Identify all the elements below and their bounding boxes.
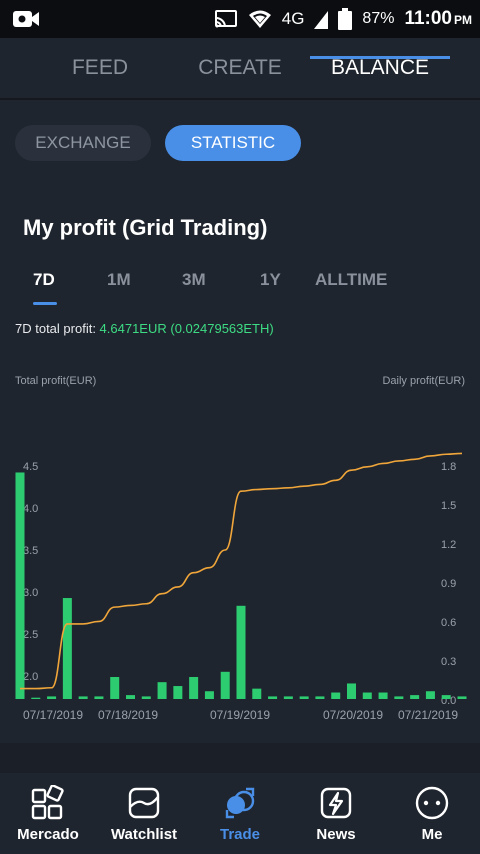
video-camera-icon [13,11,39,27]
tab-feed[interactable]: FEED [40,38,160,98]
right-tick-label: 1.2 [441,539,456,551]
range-tab-1m[interactable]: 1M [107,270,131,290]
x-tick-label: 07/20/2019 [323,708,383,722]
daily-profit-bar [157,682,167,699]
top-tabs: FEED CREATE BALANCE [0,38,480,98]
x-tick-label: 07/19/2019 [210,708,270,722]
daily-profit-bar [378,692,388,699]
range-tab-alltime[interactable]: ALLTIME [315,270,387,290]
daily-profit-bar [78,696,88,699]
nav-label-trade: Trade [219,826,261,843]
daily-profit-bar [236,605,246,699]
clock: 11:00 PM [404,8,472,30]
section-title: My profit (Grid Trading) [23,215,268,240]
nav-trade[interactable]: Trade [192,773,288,854]
range-tab-1y[interactable]: 1Y [260,270,281,290]
total-profit-value: 4.6471EUR (0.02479563ETH) [99,321,274,336]
daily-profit-bar [410,695,420,699]
battery-percent: 87% [362,10,395,27]
daily-profit-bar [220,671,230,699]
range-tab-indicator [33,302,57,305]
status-bar: 4G 87% 11:00 PM [0,0,480,38]
daily-profit-bar [15,472,25,699]
daily-profit-bar [173,686,183,699]
left-tick-label: 4.0 [23,503,38,515]
x-tick-label: 07/21/2019 [398,708,458,722]
active-tab-indicator [310,56,450,59]
total-profit-label: 7D total profit: [15,321,100,336]
nav-mercado[interactable]: Mercado [0,773,96,854]
smiley-icon [415,786,449,820]
daily-profit-bar [189,676,199,699]
daily-profit-bar [362,692,372,699]
clock-time: 11:00 [404,8,452,29]
left-tick-label: 3.5 [23,545,38,557]
daily-profit-bar [204,691,214,699]
daily-profit-bar [315,696,325,699]
daily-profit-bar [299,696,309,699]
nav-watchlist[interactable]: Watchlist [96,773,192,854]
daily-profit-bar [331,692,341,699]
profit-chart: 4.54.03.53.02.52.01.81.51.20.90.60.30.00… [15,452,467,722]
daily-profit-bar [110,676,120,699]
daily-profit-bar [394,696,404,699]
left-tick-label: 2.0 [23,671,38,683]
exchange-button[interactable]: EXCHANGE [15,125,151,161]
status-right: 4G 87% 11:00 PM [214,0,472,38]
left-tick-label: 4.5 [23,461,38,473]
lightning-icon [320,787,352,819]
daily-profit-bar [94,696,104,699]
x-tick-label: 07/18/2019 [98,708,158,722]
nav-me[interactable]: Me [384,773,480,854]
daily-profit-bar [268,696,278,699]
daily-profit-bar [62,598,72,699]
total-profit: 7D total profit: 4.6471EUR (0.02479563ET… [15,321,274,336]
daily-profit-bar [457,696,467,699]
left-tick-label: 3.0 [23,587,38,599]
nav-news[interactable]: News [288,773,384,854]
right-tick-label: 0.3 [441,656,456,668]
daily-profit-bar [252,688,262,699]
tab-balance[interactable]: BALANCE [310,38,450,98]
x-tick-label: 07/17/2019 [23,708,83,722]
right-tick-label: 0.6 [441,617,456,629]
daily-profit-bar [47,696,57,699]
right-tick-label: 0.9 [441,578,456,590]
right-tick-label: 1.5 [441,500,456,512]
daily-profit-bar [425,691,435,699]
tab-create[interactable]: CREATE [180,38,300,98]
daily-profit-bar [441,695,451,699]
chart-card-icon [128,787,160,819]
range-tab-7d[interactable]: 7D [33,270,55,290]
daily-profit-bar [141,696,151,699]
battery-icon [338,8,353,30]
grid-icon [31,785,64,820]
trade-icon [225,787,255,819]
chart-separator [0,743,480,773]
nav-label-mercado: Mercado [17,826,79,843]
right-axis-title: Daily profit(EUR) [382,375,465,387]
clock-ampm: PM [454,13,472,27]
daily-profit-bar [283,696,293,699]
nav-label-news: News [316,826,356,843]
signal-icon [314,11,329,29]
divider [0,98,480,100]
nav-label-watchlist: Watchlist [110,826,178,843]
cast-icon [214,10,237,28]
nav-label-me: Me [421,826,443,843]
left-tick-label: 2.5 [23,629,38,641]
statistic-button[interactable]: STATISTIC [165,125,301,161]
daily-profit-bar [126,695,135,699]
range-tab-3m[interactable]: 3M [182,270,206,290]
network-type: 4G [281,9,305,28]
bottom-nav: Mercado Watchlist Trade News Me [0,773,480,854]
daily-profit-bar [31,697,41,699]
wifi-icon [248,10,271,28]
right-tick-label: 1.8 [441,461,456,473]
left-axis-title: Total profit(EUR) [15,375,97,387]
daily-profit-bar [347,683,356,699]
